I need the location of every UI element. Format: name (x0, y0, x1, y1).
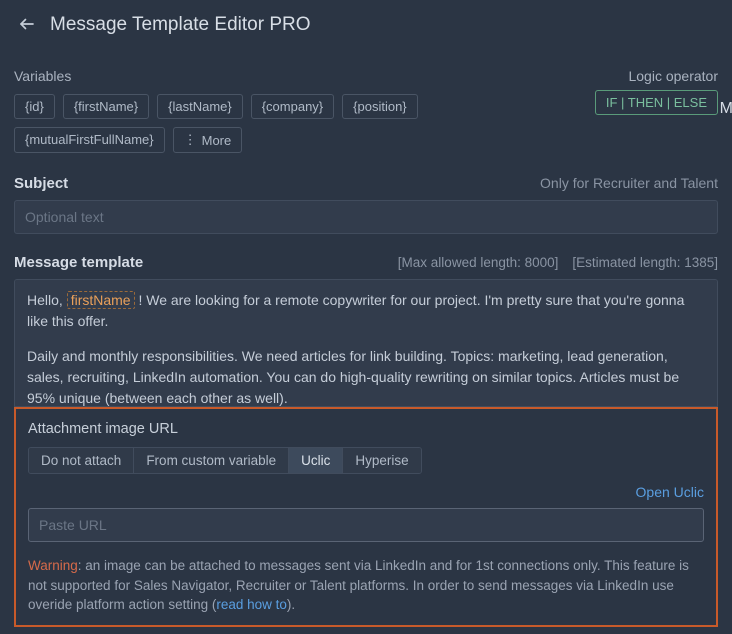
firstname-token[interactable]: firstName (67, 291, 135, 309)
variable-chip-firstname[interactable]: {firstName} (63, 94, 149, 119)
message-template-editor[interactable]: Hello, firstName ! We are looking for a … (14, 279, 718, 407)
open-uclic-link[interactable]: Open Uclic (28, 484, 704, 500)
back-arrow-icon[interactable] (18, 15, 36, 36)
editor-line-1: Hello, firstName ! We are looking for a … (27, 290, 705, 332)
segment-uclic[interactable]: Uclic (289, 448, 343, 473)
variable-chips-row1: {id} {firstName} {lastName} {company} {p… (14, 94, 418, 119)
more-label: More (202, 133, 232, 148)
variable-chip-mutual[interactable]: {mutualFirstFullName} (14, 127, 165, 153)
segment-do-not-attach[interactable]: Do not attach (29, 448, 134, 473)
segment-custom-variable[interactable]: From custom variable (134, 448, 289, 473)
logic-operator-chip[interactable]: IF | THEN | ELSE (595, 90, 718, 115)
attachment-panel: Attachment image URL Do not attach From … (14, 407, 718, 627)
attachment-segment-group: Do not attach From custom variable Uclic… (28, 447, 422, 474)
content-area: Variables Logic operator {id} {firstName… (0, 50, 732, 627)
segment-hyperise[interactable]: Hyperise (343, 448, 420, 473)
variable-chip-position[interactable]: {position} (342, 94, 418, 119)
page-title: Message Template Editor PRO (50, 14, 311, 36)
estimated-length-text: [Estimated length: 1385] (572, 255, 718, 270)
variable-chip-company[interactable]: {company} (251, 94, 334, 119)
warning-label: Warning (28, 558, 78, 573)
subject-hint: Only for Recruiter and Talent (540, 175, 718, 191)
more-dots-icon: ⋮ (184, 132, 196, 148)
cutoff-text-right: M (720, 100, 732, 118)
attachment-warning: Warning: an image can be attached to mes… (28, 556, 704, 615)
max-length-text: [Max allowed length: 8000] (398, 255, 559, 270)
variable-chip-lastname[interactable]: {lastName} (157, 94, 243, 119)
message-template-label: Message template (14, 254, 143, 271)
variables-label: Variables (14, 68, 71, 84)
editor-line-2: Daily and monthly responsibilities. We n… (27, 346, 705, 407)
subject-input[interactable] (14, 200, 718, 234)
read-how-to-link[interactable]: read how to (216, 597, 287, 612)
logic-operator-label: Logic operator (628, 68, 718, 84)
attachment-url-input[interactable] (28, 508, 704, 542)
more-variables-chip[interactable]: ⋮ More (173, 127, 243, 153)
subject-label: Subject (14, 175, 68, 192)
attachment-title: Attachment image URL (28, 421, 704, 437)
variable-chip-id[interactable]: {id} (14, 94, 55, 119)
header-bar: Message Template Editor PRO (0, 0, 732, 50)
